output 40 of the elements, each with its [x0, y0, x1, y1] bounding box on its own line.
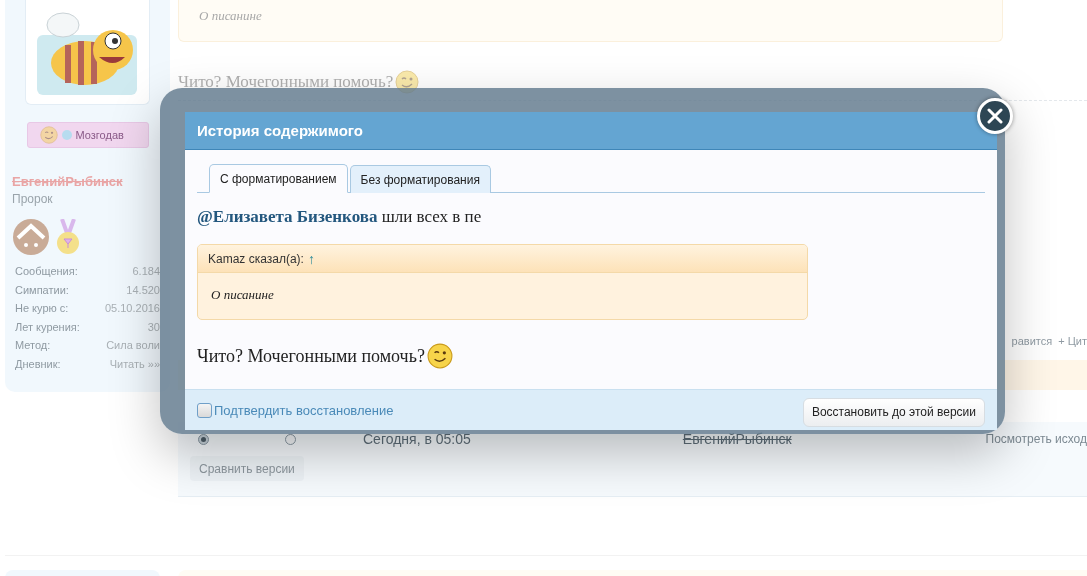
version-date: Сегодня, в 05:05 [363, 431, 471, 447]
restore-version-button[interactable]: Восстановить до этой версии [802, 397, 985, 427]
chat-bubble-icon [60, 129, 73, 141]
format-tab[interactable]: С форматированием [209, 164, 348, 193]
stat-label: Дневник: [15, 356, 61, 372]
rank-chevron-icon [12, 218, 50, 256]
view-source-link[interactable]: Посмотреть исход [985, 432, 1087, 446]
stat-label: Не курю с: [15, 301, 69, 316]
stat-value: 30 [147, 319, 160, 335]
stat-label: Сообщения: [15, 264, 78, 279]
quote-author: Kamaz сказал(а): [208, 251, 304, 266]
mention-paragraph: @Елизавета Бизенкова шли всех в пе [197, 207, 483, 227]
quote-block: О писанине [178, 0, 1003, 42]
dialog-title: История содержимого [185, 112, 997, 150]
stat-value: 6.184 [132, 264, 160, 279]
quote-text: О писанине [210, 286, 275, 303]
post-message: Чито? Мочегонными помочь? [178, 72, 394, 92]
compare-versions-button[interactable]: Сравнить версии [190, 456, 304, 481]
post-action-link[interactable]: равится [1011, 335, 1053, 347]
format-tab[interactable]: Без форматирования [349, 165, 491, 193]
message-text: Чито? Мочегонными помочь? [197, 345, 425, 367]
username[interactable]: ЕвгенийРыбинск [12, 174, 123, 189]
close-icon [987, 108, 1003, 124]
stat-value: Сила воли [106, 338, 160, 353]
stat-value: Читать »» [109, 356, 160, 372]
checkbox-icon[interactable] [197, 402, 212, 418]
stat-value: 14.520 [126, 282, 160, 298]
badge-label: Мозгодав [75, 129, 124, 141]
mention-link[interactable]: @Елизавета Бизенкова [197, 207, 378, 226]
winking-smiley-icon [426, 343, 453, 369]
winking-smiley-icon [39, 126, 58, 144]
quote-source-link[interactable]: ↑ [307, 250, 315, 267]
medal-icon [56, 219, 80, 255]
post-action-link[interactable]: + Цит [1058, 335, 1087, 347]
stat-label: Метод: [15, 338, 51, 353]
stat-label: Лет курения: [15, 319, 80, 335]
user-title: Пророк [12, 192, 53, 206]
version-author[interactable]: ЕвгенийРыбинск [682, 431, 792, 447]
stat-value: 05.10.2016 [104, 301, 160, 316]
stat-label: Симпатии: [15, 282, 69, 298]
